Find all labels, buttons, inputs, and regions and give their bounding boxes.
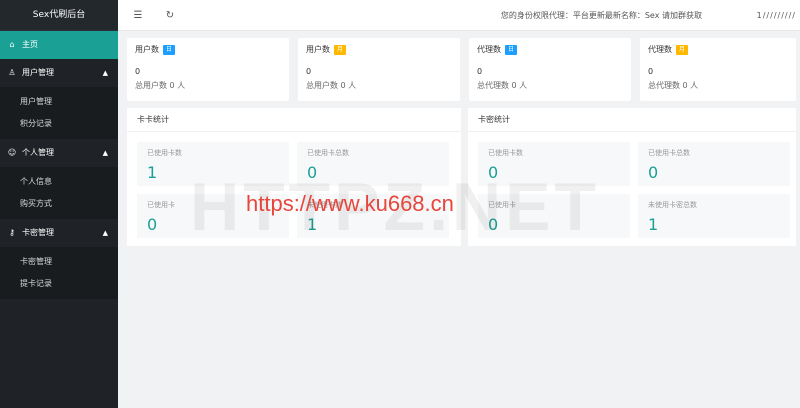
- metric-box: 已使用卡总数 0: [638, 142, 790, 186]
- caret-up-icon: ▲: [102, 149, 108, 157]
- sidebar-item-card-manage[interactable]: 卡密管理: [0, 251, 118, 273]
- sidebar-item-points-log[interactable]: 积分记录: [0, 113, 118, 135]
- sidebar-item-personal-info[interactable]: 个人信息: [0, 171, 118, 193]
- sidebar-item-home[interactable]: ⌂ 主页: [0, 31, 118, 59]
- period-badge: 月: [676, 44, 689, 55]
- stat-card-users-daily: 用户数 日 0 总用户数 0 人: [127, 38, 289, 101]
- caret-up-icon: ▲: [102, 229, 108, 237]
- stat-value: 0: [135, 67, 141, 76]
- submenu-cards: 卡密管理 提卡记录: [0, 247, 118, 299]
- period-badge: 日: [163, 44, 176, 55]
- person-icon: ☺: [7, 148, 17, 157]
- sidebar-item-user-manage[interactable]: 用户管理: [0, 91, 118, 113]
- sidebar-item-purchase-method[interactable]: 购买方式: [0, 193, 118, 215]
- sidebar-item-label: 主页: [22, 40, 38, 49]
- sidebar-group-label: 卡密管理: [22, 228, 54, 237]
- user-icon: ♙: [8, 68, 16, 77]
- stat-value: 0: [306, 67, 312, 76]
- stat-title: 代理数: [477, 45, 501, 54]
- sidebar-group-personal[interactable]: ☺ 个人管理 ▲: [0, 139, 118, 167]
- sidebar-group-users[interactable]: ♙ 用户管理 ▲: [0, 59, 118, 87]
- notice-text: 您的身份权限代理：平台更新最新名称：Sex 请加群获取: [500, 11, 702, 20]
- panel-title: 卡密统计: [468, 108, 796, 132]
- sidebar-item-card-log[interactable]: 提卡记录: [0, 273, 118, 295]
- metric-label: 未使用卡密总数: [648, 201, 697, 209]
- key-icon: ⚷: [9, 228, 15, 237]
- stat-total: 总用户数 0 人: [135, 81, 186, 90]
- user-menu[interactable]: 1/////////: [757, 0, 796, 31]
- sidebar-group-label: 用户管理: [22, 68, 54, 77]
- stat-value: 0: [477, 67, 483, 76]
- submenu-users: 用户管理 积分记录: [0, 87, 118, 139]
- stat-title: 用户数: [135, 45, 159, 54]
- panel-title: 卡卡统计: [127, 108, 461, 132]
- metric-value: 0: [648, 163, 659, 182]
- sidebar-group-cards[interactable]: ⚷ 卡密管理 ▲: [0, 219, 118, 247]
- stat-title: 用户数: [306, 45, 330, 54]
- app-title: Sex代刷后台: [0, 0, 118, 31]
- home-icon: ⌂: [9, 40, 15, 49]
- menu-fold-icon[interactable]: ☰: [126, 10, 150, 21]
- metric-label: 已使用卡总数: [648, 149, 690, 157]
- stat-value: 0: [648, 67, 654, 76]
- sidebar: Sex代刷后台 ⌂ 主页 ♙ 用户管理 ▲ 用户管理 积分记录 ☺ 个人管理 ▲…: [0, 0, 118, 408]
- period-badge: 月: [334, 44, 347, 55]
- watermark-url: https://www.ku668.cn: [246, 191, 454, 216]
- period-badge: 日: [505, 44, 518, 55]
- submenu-personal: 个人信息 购买方式: [0, 167, 118, 219]
- metric-box: 未使用卡密总数 1: [638, 194, 790, 238]
- caret-up-icon: ▲: [102, 69, 108, 77]
- stat-card-agents-monthly: 代理数 月 0 总代理数 0 人: [640, 38, 796, 101]
- stat-title: 代理数: [648, 45, 672, 54]
- stat-total: 总用户数 0 人: [306, 81, 357, 90]
- stat-card-agents-daily: 代理数 日 0 总代理数 0 人: [469, 38, 631, 101]
- sidebar-group-label: 个人管理: [22, 148, 54, 157]
- metric-label: 已使用卡总数: [307, 149, 349, 157]
- metric-value: 1: [648, 215, 659, 234]
- stat-card-users-monthly: 用户数 月 0 总用户数 0 人: [298, 38, 460, 101]
- metric-label: 已使用卡数: [147, 149, 182, 157]
- metric-label: 已使用卡数: [488, 149, 523, 157]
- top-bar: ☰ ↻ 您的身份权限代理：平台更新最新名称：Sex 请加群获取 1///////…: [118, 0, 800, 31]
- stat-total: 总代理数 0 人: [648, 81, 699, 90]
- stat-total: 总代理数 0 人: [477, 81, 528, 90]
- refresh-icon[interactable]: ↻: [158, 10, 182, 21]
